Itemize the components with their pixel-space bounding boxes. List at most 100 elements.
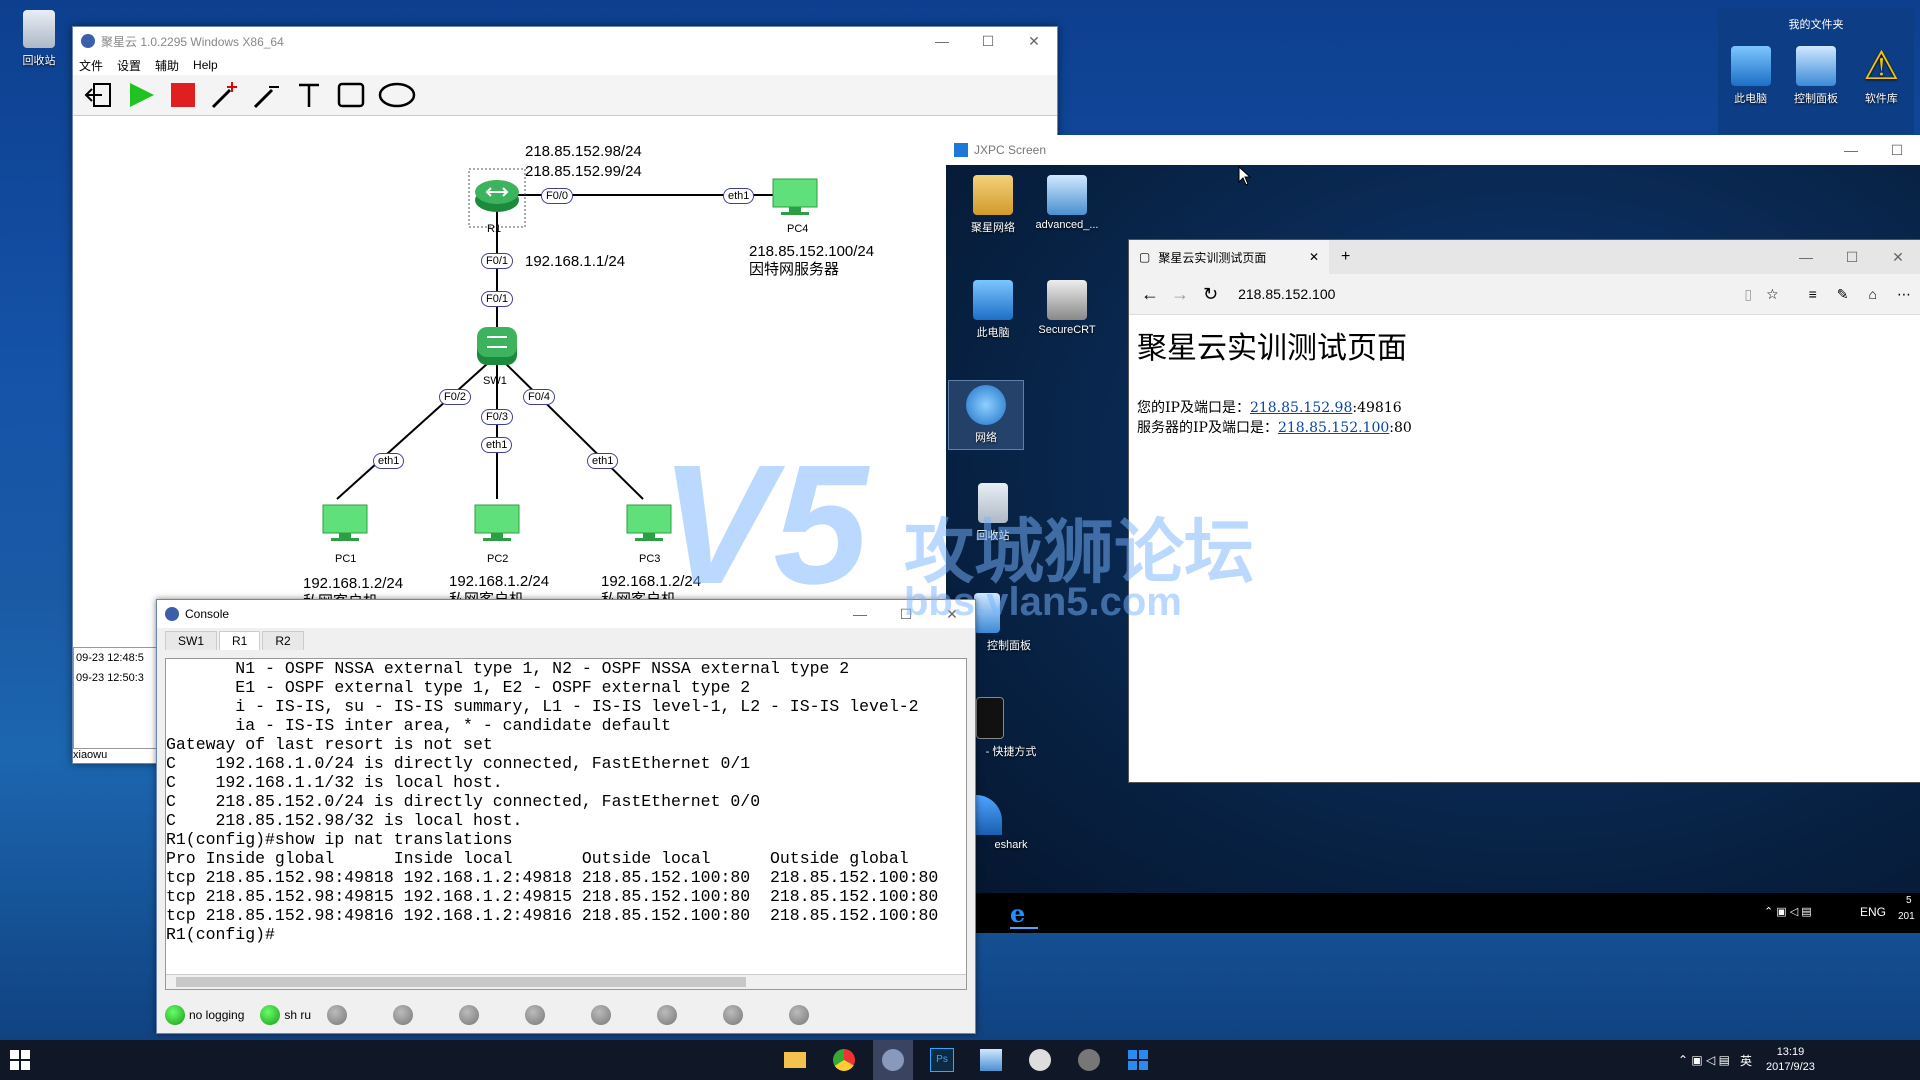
start-button[interactable]: [0, 1040, 40, 1080]
start-button[interactable]: [123, 78, 159, 112]
switch-sw1-icon[interactable]: [473, 325, 521, 371]
port-sw1-f04[interactable]: F0/4: [523, 389, 556, 405]
port-r1-f01[interactable]: F0/1: [481, 253, 514, 269]
taskbar-explorer[interactable]: [775, 1040, 815, 1080]
text-tool-button[interactable]: [291, 78, 327, 112]
quick-cmd-slot[interactable]: [789, 1005, 810, 1025]
vm-icon-wireshark[interactable]: eshark: [976, 795, 1046, 851]
vm-icon-securecrt[interactable]: SecureCRT: [1032, 280, 1102, 336]
recycle-bin-icon[interactable]: 回收站: [4, 10, 74, 68]
ime-indicator[interactable]: 英: [1740, 1052, 1752, 1069]
client-port: :49816: [1352, 400, 1402, 416]
tab-close-icon[interactable]: ✕: [1309, 250, 1319, 264]
horizontal-scrollbar[interactable]: [166, 974, 966, 989]
app-title: 聚星云 1.0.2295 Windows X86_64: [101, 34, 284, 49]
minimize-button[interactable]: —: [919, 33, 965, 50]
port-pc4-eth1[interactable]: eth1: [723, 188, 755, 204]
browser-tab[interactable]: ▢ 聚星云实训测试页面 ✕: [1129, 240, 1329, 274]
note-icon[interactable]: ✎: [1837, 286, 1849, 303]
port-sw1-f03[interactable]: F0/3: [481, 409, 514, 425]
taskbar-photoshop[interactable]: Ps: [922, 1040, 962, 1080]
router-r1-icon[interactable]: [473, 174, 521, 214]
port-pc2-eth1[interactable]: eth1: [481, 437, 513, 453]
control-panel-icon[interactable]: 控制面板: [1783, 46, 1848, 106]
quick-cmd-slot[interactable]: [393, 1005, 414, 1025]
vm-icon-advanced[interactable]: advanced_...: [1032, 175, 1102, 231]
port-pc3-eth1[interactable]: eth1: [587, 453, 619, 469]
clock[interactable]: 13:19 2017/9/23: [1766, 1045, 1815, 1075]
warning-icon: ⚠: [1863, 44, 1900, 88]
taskbar-chrome[interactable]: [824, 1040, 864, 1080]
port-sw1-f02[interactable]: F0/2: [439, 389, 472, 405]
menu-assist[interactable]: 辅助: [155, 57, 179, 74]
rect-tool-button[interactable]: [333, 78, 369, 112]
jxpc-minimize-button[interactable]: —: [1828, 142, 1874, 159]
browser-minimize-button[interactable]: —: [1783, 249, 1829, 266]
stop-button[interactable]: [165, 78, 201, 112]
port-r1-f00[interactable]: F0/0: [541, 188, 574, 204]
status-dot-green[interactable]: [165, 1005, 185, 1025]
quick-cmd-label[interactable]: no logging: [189, 1008, 244, 1022]
client-ip-link[interactable]: 218.85.152.98: [1250, 400, 1352, 416]
forward-icon[interactable]: →: [1171, 284, 1189, 305]
quick-cmd-slot[interactable]: [723, 1005, 744, 1025]
menu-help[interactable]: Help: [193, 58, 218, 72]
refresh-icon[interactable]: ↻: [1203, 284, 1218, 305]
vm-icon-shortcut[interactable]: - 快捷方式: [976, 697, 1046, 759]
quick-cmd-slot[interactable]: [327, 1005, 348, 1025]
terminal-output[interactable]: N1 - OSPF NSSA external type 1, N2 - OSP…: [165, 658, 967, 990]
taskbar-network[interactable]: [971, 1040, 1011, 1080]
jxpc-maximize-button[interactable]: ☐: [1874, 142, 1920, 159]
quick-cmd-slot[interactable]: [525, 1005, 546, 1025]
hub-icon[interactable]: ≡: [1809, 286, 1817, 302]
tab-r2[interactable]: R2: [262, 631, 304, 650]
url-field[interactable]: 218.85.152.100: [1238, 286, 1598, 302]
vm-icon-label: 控制面板: [987, 640, 1031, 652]
taskbar-jx[interactable]: [873, 1040, 913, 1080]
add-link-button[interactable]: [207, 78, 243, 112]
more-icon[interactable]: ⋯: [1897, 286, 1911, 303]
server-ip-link[interactable]: 218.85.152.100: [1278, 420, 1389, 436]
menu-file[interactable]: 文件: [79, 57, 103, 74]
vm-icon-jxnet[interactable]: 聚星网络: [958, 175, 1028, 235]
taskbar-app6[interactable]: [1020, 1040, 1060, 1080]
share-icon[interactable]: ⌂: [1869, 286, 1877, 302]
vm-icon-network[interactable]: 网络: [948, 380, 1024, 450]
quick-cmd-slot[interactable]: [657, 1005, 678, 1025]
clock-date: 2017/9/23: [1765, 1061, 1815, 1073]
browser-close-button[interactable]: ✕: [1875, 249, 1920, 266]
back-icon[interactable]: ←: [1141, 284, 1159, 305]
tab-sw1[interactable]: SW1: [165, 631, 218, 650]
taskbar-vm[interactable]: [1118, 1040, 1158, 1080]
this-pc-icon[interactable]: 此电脑: [1718, 46, 1783, 106]
quick-cmd-label[interactable]: sh ru: [284, 1008, 311, 1022]
tab-r1[interactable]: R1: [219, 631, 261, 650]
tray-icons[interactable]: ⌃ ▣ ◁ ▤: [1678, 1053, 1730, 1067]
edge-icon[interactable]: e: [1010, 899, 1025, 928]
port-pc1-eth1[interactable]: eth1: [373, 453, 405, 469]
port-sw1-f01[interactable]: F0/1: [481, 291, 514, 307]
vm-lang[interactable]: ENG: [1860, 905, 1886, 919]
tray-icons[interactable]: ⌃ ▣ ◁ ▤: [1764, 905, 1812, 918]
pc2-icon[interactable]: [473, 503, 521, 543]
new-tab-button[interactable]: +: [1341, 248, 1350, 266]
remove-link-icon: [253, 86, 279, 109]
quick-cmd-slot[interactable]: [459, 1005, 480, 1025]
maximize-button[interactable]: ☐: [965, 33, 1011, 50]
quick-cmd-slot[interactable]: [591, 1005, 612, 1025]
status-dot-green[interactable]: [260, 1005, 281, 1025]
menu-settings[interactable]: 设置: [117, 57, 141, 74]
pc1-icon[interactable]: [321, 503, 369, 543]
vm-icon-this-pc[interactable]: 此电脑: [958, 280, 1028, 340]
reading-view-icon[interactable]: ▯: [1744, 286, 1752, 303]
pc4-icon[interactable]: [771, 177, 819, 217]
browser-maximize-button[interactable]: ☐: [1829, 249, 1875, 266]
close-button[interactable]: ✕: [1011, 33, 1057, 50]
remove-link-button[interactable]: [249, 78, 285, 112]
favorite-star-icon[interactable]: ☆: [1766, 286, 1779, 303]
scroll-thumb[interactable]: [176, 977, 746, 987]
ellipse-tool-button[interactable]: [375, 78, 419, 112]
software-lib-icon[interactable]: ⚠ 软件库: [1849, 46, 1914, 106]
exit-button[interactable]: [81, 78, 117, 112]
taskbar-app7[interactable]: [1069, 1040, 1109, 1080]
